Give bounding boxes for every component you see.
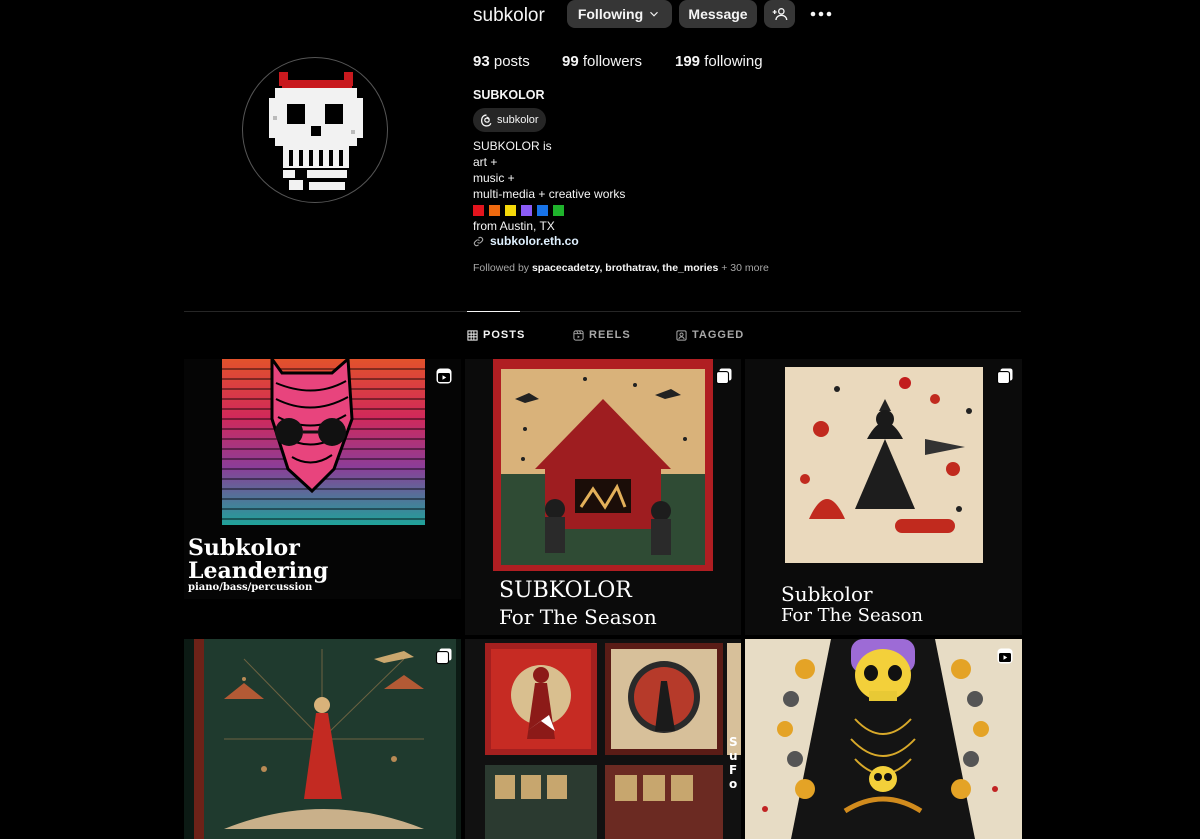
red-square-emoji	[473, 204, 484, 216]
bio-line: SUBKOLOR is	[473, 139, 552, 153]
followers-label: followers	[582, 53, 643, 70]
followed-by-more: + 30 more	[721, 262, 769, 274]
purple-square-emoji	[521, 204, 532, 216]
more-options-icon	[810, 11, 832, 17]
tab-reels[interactable]: REELS	[573, 329, 631, 341]
bio-location: from Austin, TX	[473, 219, 555, 233]
profile-link[interactable]: subkolor.eth.co	[473, 234, 579, 248]
blue-square-emoji	[537, 204, 548, 216]
threads-handle: subkolor	[497, 114, 539, 126]
tabs-divider	[184, 311, 1021, 312]
chevron-down-icon	[650, 11, 659, 17]
carousel-icon	[996, 368, 1013, 385]
link-icon	[473, 236, 484, 246]
profile-stats: 93 posts 99 followers 199 following	[473, 53, 763, 70]
reels-icon	[573, 329, 584, 341]
reel-icon	[436, 368, 452, 384]
profile-bio: SUBKOLOR is art + music + multi-media + …	[473, 138, 625, 234]
followers-count: 99	[562, 53, 579, 70]
followers-stat[interactable]: 99 followers	[562, 53, 675, 70]
post-tile[interactable]: Subkolor For The Season	[745, 359, 1022, 635]
bio-line: multi-media + creative works	[473, 187, 626, 201]
posts-stat: 93 posts	[473, 53, 562, 70]
post-title-line2: For The Season	[781, 605, 924, 626]
followed-by-prefix: Followed by	[473, 262, 530, 274]
reel-icon	[997, 648, 1013, 664]
post-artwork	[485, 643, 741, 839]
bio-line: art +	[473, 155, 498, 169]
post-tile[interactable]: Su Fo	[465, 639, 741, 839]
posts-label: posts	[493, 53, 530, 70]
tab-posts[interactable]: POSTS	[467, 329, 525, 341]
tab-tagged-label: TAGGED	[692, 329, 745, 341]
post-tile[interactable]: Subkolor Leandering piano/bass/percussio…	[184, 359, 461, 599]
post-artwork	[194, 639, 456, 839]
followed-by-names: spacecadetzy, brothatrav, the_mories	[531, 262, 719, 274]
message-button[interactable]: Message	[679, 0, 757, 28]
post-title-line1: Subkolor	[781, 582, 873, 606]
add-user-button[interactable]	[764, 0, 795, 28]
profile-username: subkolor	[473, 5, 545, 26]
post-title-line1: Subkolor	[188, 535, 300, 561]
green-square-emoji	[553, 204, 564, 216]
carousel-icon	[715, 368, 732, 385]
post-artwork	[745, 639, 1022, 839]
post-side-text: Su Fo	[729, 735, 738, 791]
post-subtitle: piano/bass/percussion	[188, 582, 313, 593]
orange-square-emoji	[489, 204, 500, 216]
carousel-icon	[435, 648, 452, 665]
message-label: Message	[688, 6, 748, 22]
threads-badge[interactable]: subkolor	[473, 108, 546, 132]
tagged-icon	[676, 329, 687, 341]
bio-color-squares	[473, 202, 625, 218]
post-title-line2: Leandering	[188, 558, 329, 584]
post-title-line2: For The Season	[499, 605, 657, 629]
followed-by[interactable]: Followed by spacecadetzy, brothatrav, th…	[473, 262, 769, 274]
yellow-square-emoji	[505, 204, 516, 216]
post-tile[interactable]: SUBKOLOR For The Season	[465, 359, 741, 635]
add-user-icon	[772, 7, 787, 21]
following-count-label: following	[704, 53, 763, 70]
bio-line: music +	[473, 171, 515, 185]
active-tab-indicator	[467, 311, 520, 312]
profile-full-name: SUBKOLOR	[473, 88, 545, 102]
more-options-button[interactable]	[808, 0, 834, 28]
post-tile[interactable]	[745, 639, 1022, 839]
pixel-skull-image	[269, 72, 363, 190]
grid-icon	[467, 329, 478, 341]
avatar[interactable]	[242, 57, 388, 203]
following-stat[interactable]: 199 following	[675, 53, 763, 70]
following-label: Following	[577, 6, 644, 22]
tab-reels-label: REELS	[589, 329, 631, 341]
post-tile[interactable]	[184, 639, 461, 839]
tab-posts-label: POSTS	[483, 329, 526, 341]
following-button[interactable]: Following	[567, 0, 672, 28]
threads-icon	[480, 113, 492, 127]
profile-link-text: subkolor.eth.co	[490, 234, 579, 248]
post-title-line1: SUBKOLOR	[499, 578, 632, 603]
posts-count: 93	[473, 53, 490, 70]
tab-tagged[interactable]: TAGGED	[676, 329, 744, 341]
following-count: 199	[675, 53, 701, 70]
